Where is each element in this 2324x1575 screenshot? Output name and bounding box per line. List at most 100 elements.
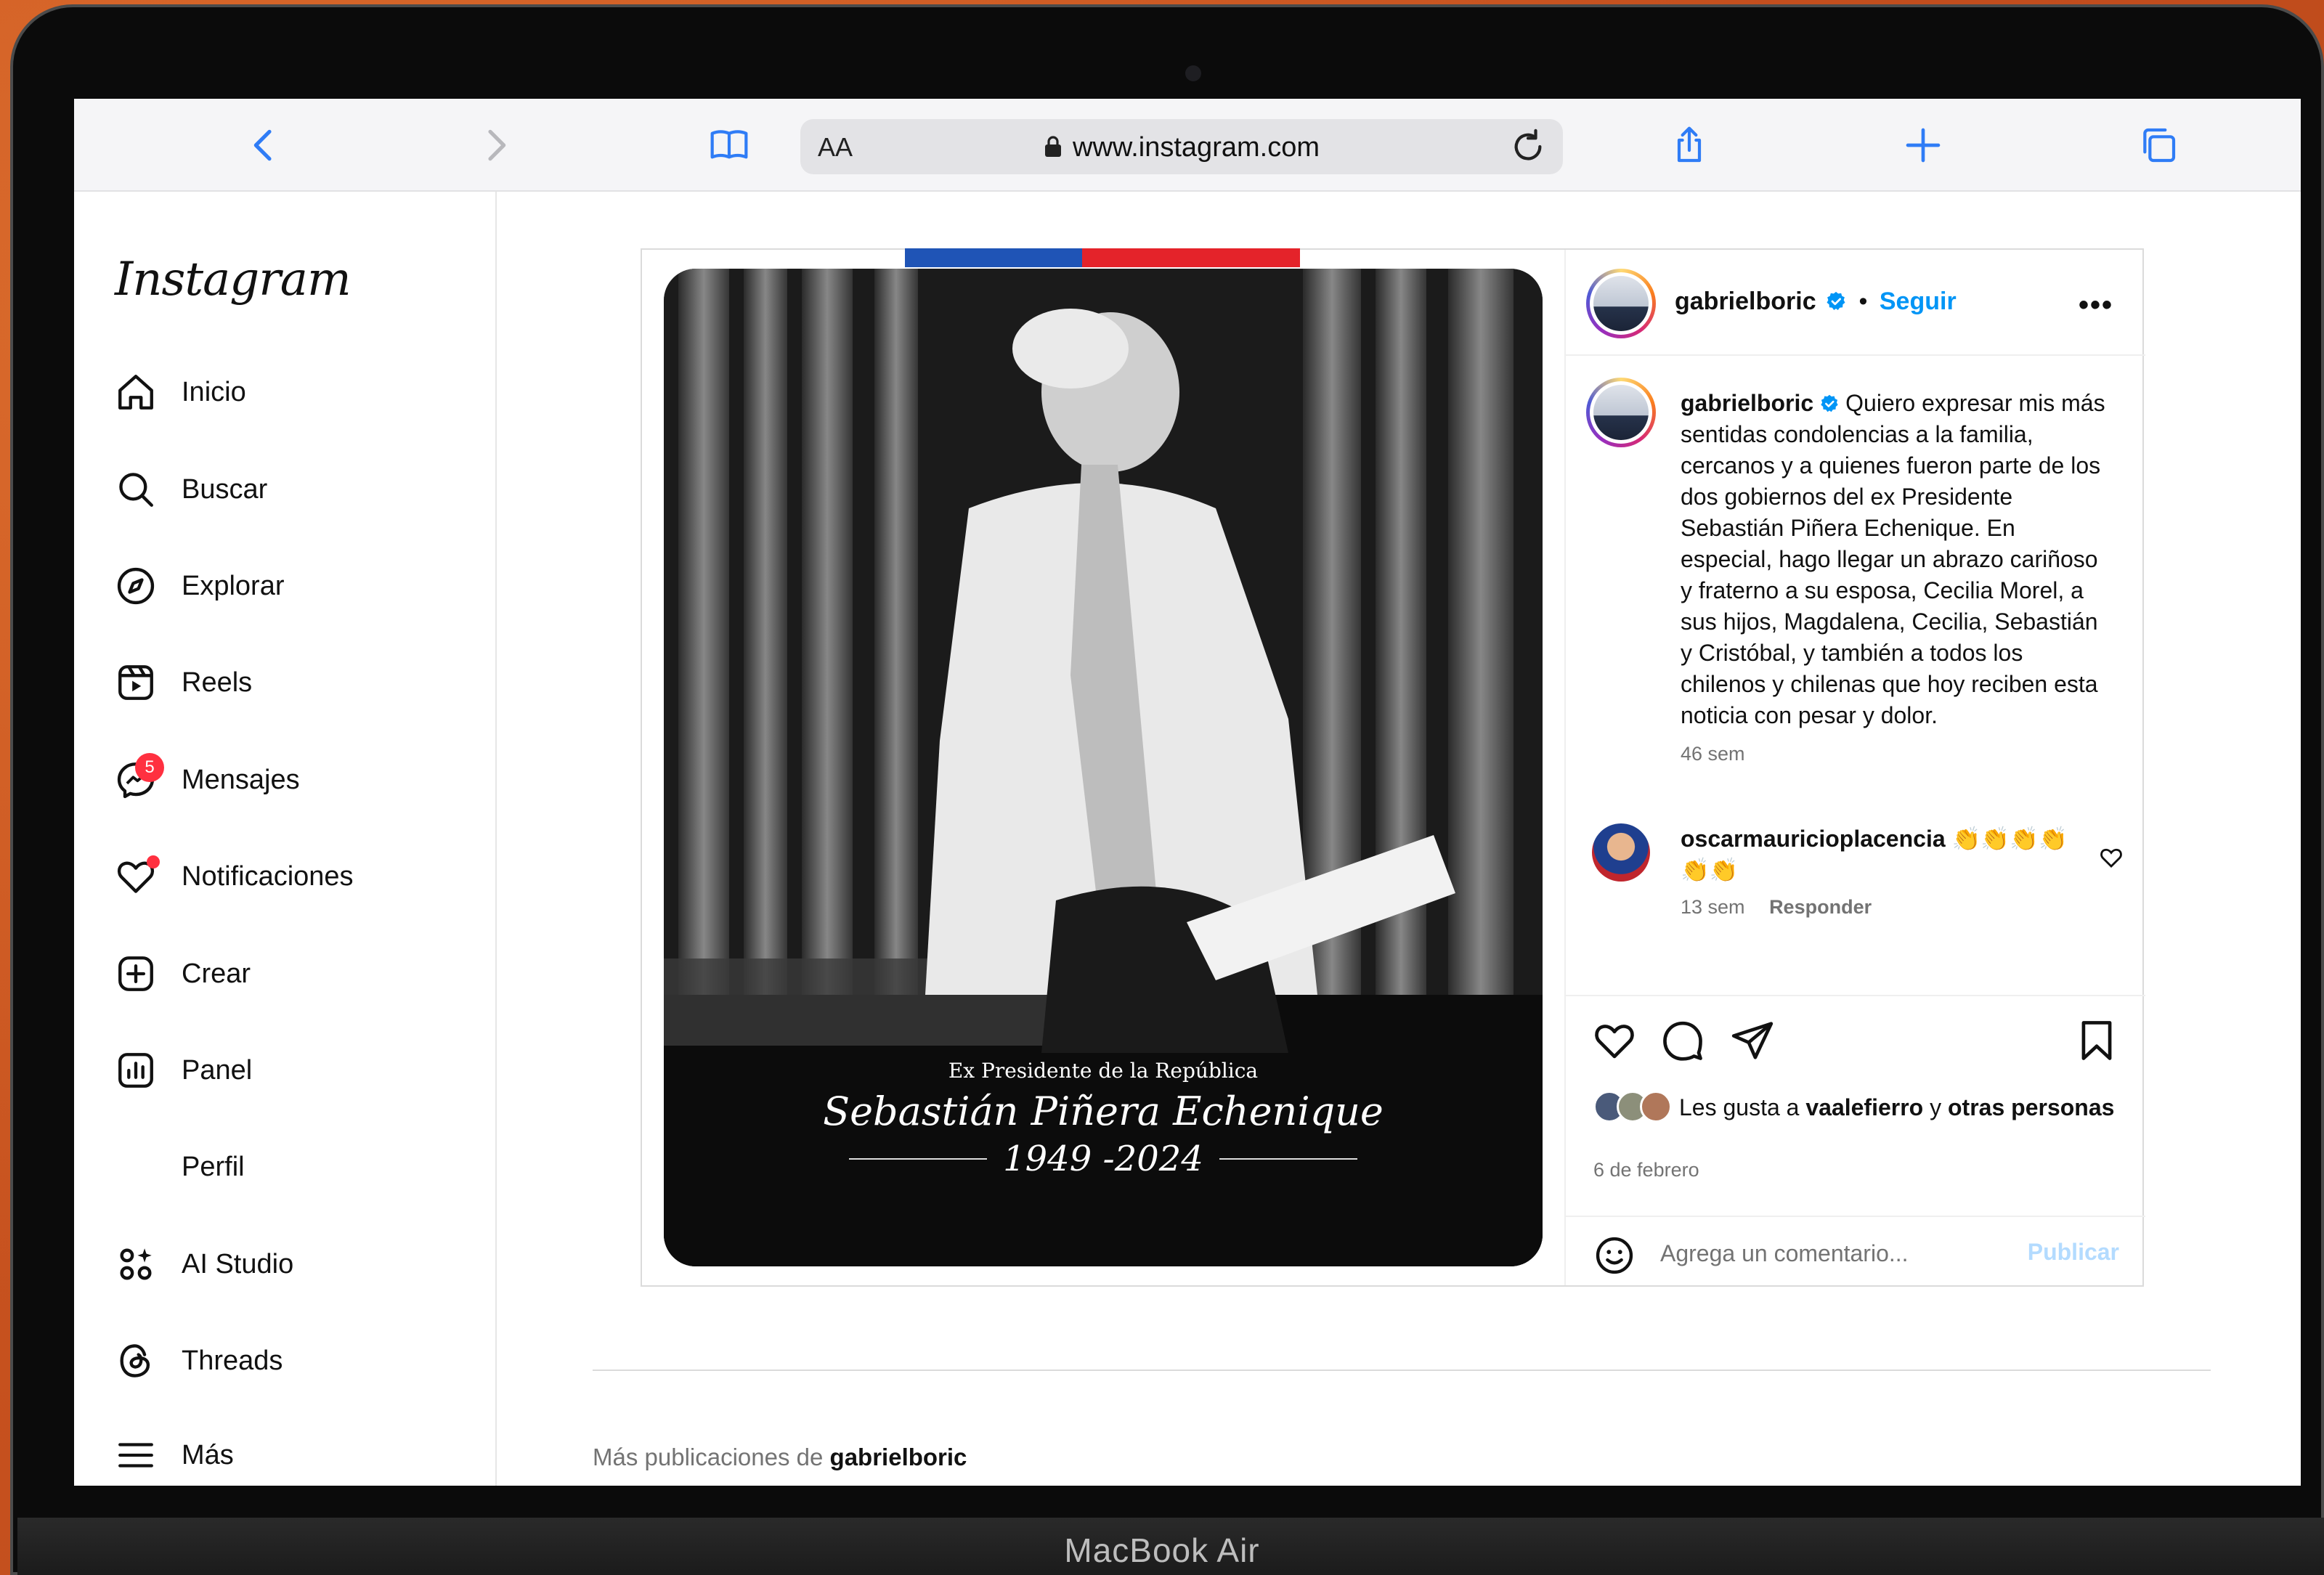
post-image[interactable]: Ex Presidente de la República Sebastián … — [664, 269, 1543, 1266]
dashboard-icon — [118, 1053, 153, 1088]
liker-username[interactable]: vaalefierro — [1805, 1094, 1923, 1120]
nav-label: Mensajes — [182, 764, 300, 795]
nav-notificaciones[interactable]: Notificaciones — [113, 847, 354, 905]
search-icon — [119, 473, 153, 507]
url-text: www.instagram.com — [1073, 132, 1320, 163]
add-comment-bar: Publicar — [1566, 1216, 2145, 1285]
nav-label: Notificaciones — [182, 860, 354, 892]
save-bookmark-icon[interactable] — [2074, 1018, 2119, 1063]
post-author-username[interactable]: gabrielboric — [1675, 288, 1816, 315]
instagram-logo[interactable]: Instagram — [115, 253, 352, 306]
nav-buscar[interactable]: Buscar — [113, 460, 267, 518]
compass-icon — [117, 567, 155, 605]
like-comment-icon[interactable] — [2099, 845, 2124, 870]
nav-perfil[interactable]: Perfil — [113, 1138, 245, 1196]
publish-button[interactable]: Publicar — [2028, 1239, 2119, 1266]
nav-panel[interactable]: Panel — [113, 1041, 252, 1099]
comments-section: gabrielboric Quiero expresar mis más sent… — [1566, 357, 2145, 996]
reload-icon[interactable] — [1508, 126, 1548, 167]
likes-others-link[interactable]: otras personas — [1948, 1094, 2114, 1120]
caption-name: Sebastián Piñera Echenique — [823, 1088, 1384, 1134]
nav-label: AI Studio — [182, 1248, 294, 1279]
instagram-sidebar: Instagram Inicio Buscar Explorar Reels 5… — [74, 192, 497, 1486]
nav-label: Inicio — [182, 376, 246, 407]
emoji-icon[interactable] — [1593, 1234, 1636, 1277]
avatar[interactable] — [1586, 378, 1656, 447]
post-card: Ex Presidente de la República Sebastián … — [641, 248, 2145, 1287]
comment-icon[interactable] — [1660, 1018, 1705, 1063]
avatar[interactable] — [1592, 823, 1650, 882]
home-icon — [118, 375, 153, 410]
browser-toolbar: AA www.instagram.com — [74, 99, 2301, 192]
comment-time: 13 sem — [1681, 896, 1745, 918]
nav-label: Más — [182, 1439, 234, 1470]
more-posts-prefix: Más publicaciones de — [593, 1444, 824, 1470]
bookmarks-button[interactable] — [706, 122, 752, 168]
caption-time: 46 sem — [1681, 743, 1745, 765]
back-button[interactable] — [241, 122, 288, 168]
device-label: MacBook Air — [1064, 1531, 1260, 1569]
more-posts-heading: Más publicaciones de gabrielboric — [593, 1444, 967, 1471]
like-icon[interactable] — [1592, 1018, 1637, 1063]
comment-input[interactable] — [1660, 1233, 2023, 1274]
separator: • — [1858, 288, 1868, 315]
forward-button[interactable] — [472, 122, 519, 168]
share-icon — [1677, 126, 1702, 163]
caption-years: 1949 -2024 — [1003, 1139, 1203, 1179]
nav-explorar[interactable]: Explorar — [113, 557, 285, 615]
section-divider — [593, 1370, 2211, 1371]
address-bar[interactable]: AA www.instagram.com — [800, 119, 1563, 174]
nav-reels[interactable]: Reels — [113, 654, 252, 712]
post-header: gabrielboric • Seguir ••• — [1566, 250, 2145, 356]
post-caption: gabrielboric Quiero expresar mis más sent… — [1681, 388, 2109, 770]
nav-label: Panel — [182, 1054, 253, 1086]
share-button[interactable] — [1666, 122, 1712, 168]
nav-mas[interactable]: Más — [113, 1426, 234, 1484]
nav-threads[interactable]: Threads — [113, 1332, 283, 1390]
nav-inicio[interactable]: Inicio — [113, 363, 246, 421]
flag-strip — [905, 248, 1300, 267]
nav-crear[interactable]: Crear — [113, 945, 251, 1003]
threads-icon — [120, 1344, 150, 1377]
reply-button[interactable]: Responder — [1769, 896, 1872, 918]
avatar[interactable] — [1586, 269, 1656, 338]
nav-label: Reels — [182, 667, 253, 698]
memorial-caption: Ex Presidente de la República Sebastián … — [664, 1059, 1543, 1179]
follow-button[interactable]: Seguir — [1880, 288, 1957, 315]
nav-label: Buscar — [182, 473, 268, 505]
send-icon[interactable] — [1730, 1018, 1775, 1063]
post-actions: Les gusta a vaalefierro y otras personas… — [1566, 998, 2145, 1216]
likes-summary: Les gusta a vaalefierro y otras personas — [1593, 1091, 2116, 1123]
caption-subtitle: Ex Presidente de la República — [948, 1059, 1259, 1083]
lock-icon — [1045, 136, 1061, 157]
liker-avatars — [1593, 1091, 1672, 1123]
more-options-button[interactable]: ••• — [2079, 289, 2113, 322]
verified-badge-icon — [1821, 394, 1838, 412]
new-tab-icon — [1906, 128, 1941, 163]
likes-joiner: y — [1930, 1094, 1942, 1120]
nav-ai-studio[interactable]: AI Studio — [113, 1235, 293, 1293]
new-tab-button[interactable] — [1900, 122, 1946, 168]
more-posts-user[interactable]: gabrielboric — [830, 1444, 967, 1470]
nav-label: Perfil — [182, 1151, 245, 1182]
caption-username[interactable]: gabrielboric — [1681, 390, 1813, 416]
post-date: 6 de febrero — [1593, 1159, 1699, 1181]
unread-badge: 5 — [135, 753, 164, 782]
likes-prefix: Les gusta a — [1679, 1094, 1800, 1120]
post-sidebar: gabrielboric • Seguir ••• gabrielboric Qu… — [1564, 250, 2145, 1285]
browser-window: AA www.instagram.com Instagram Inicio Bu… — [74, 99, 2301, 1486]
reels-icon — [118, 665, 153, 700]
comment: oscarmauricioplacencia 👏👏👏👏👏👏 13 sem Res… — [1681, 823, 2087, 923]
nav-label: Threads — [182, 1345, 283, 1376]
comment-username[interactable]: oscarmauricioplacencia — [1681, 826, 1946, 852]
caption-text: Quiero expresar mis más sentidas condole… — [1681, 390, 2105, 728]
back-icon — [253, 129, 272, 161]
tabs-overview-button[interactable] — [2135, 122, 2182, 168]
tabs-icon — [2143, 128, 2176, 163]
laptop-frame: AA www.instagram.com Instagram Inicio Bu… — [10, 4, 2324, 1575]
notification-dot — [147, 855, 160, 868]
nav-label: Explorar — [182, 570, 285, 601]
nav-label: Crear — [182, 958, 251, 989]
verified-badge-icon — [1827, 291, 1845, 310]
nav-mensajes[interactable]: 5 Mensajes — [113, 751, 300, 809]
